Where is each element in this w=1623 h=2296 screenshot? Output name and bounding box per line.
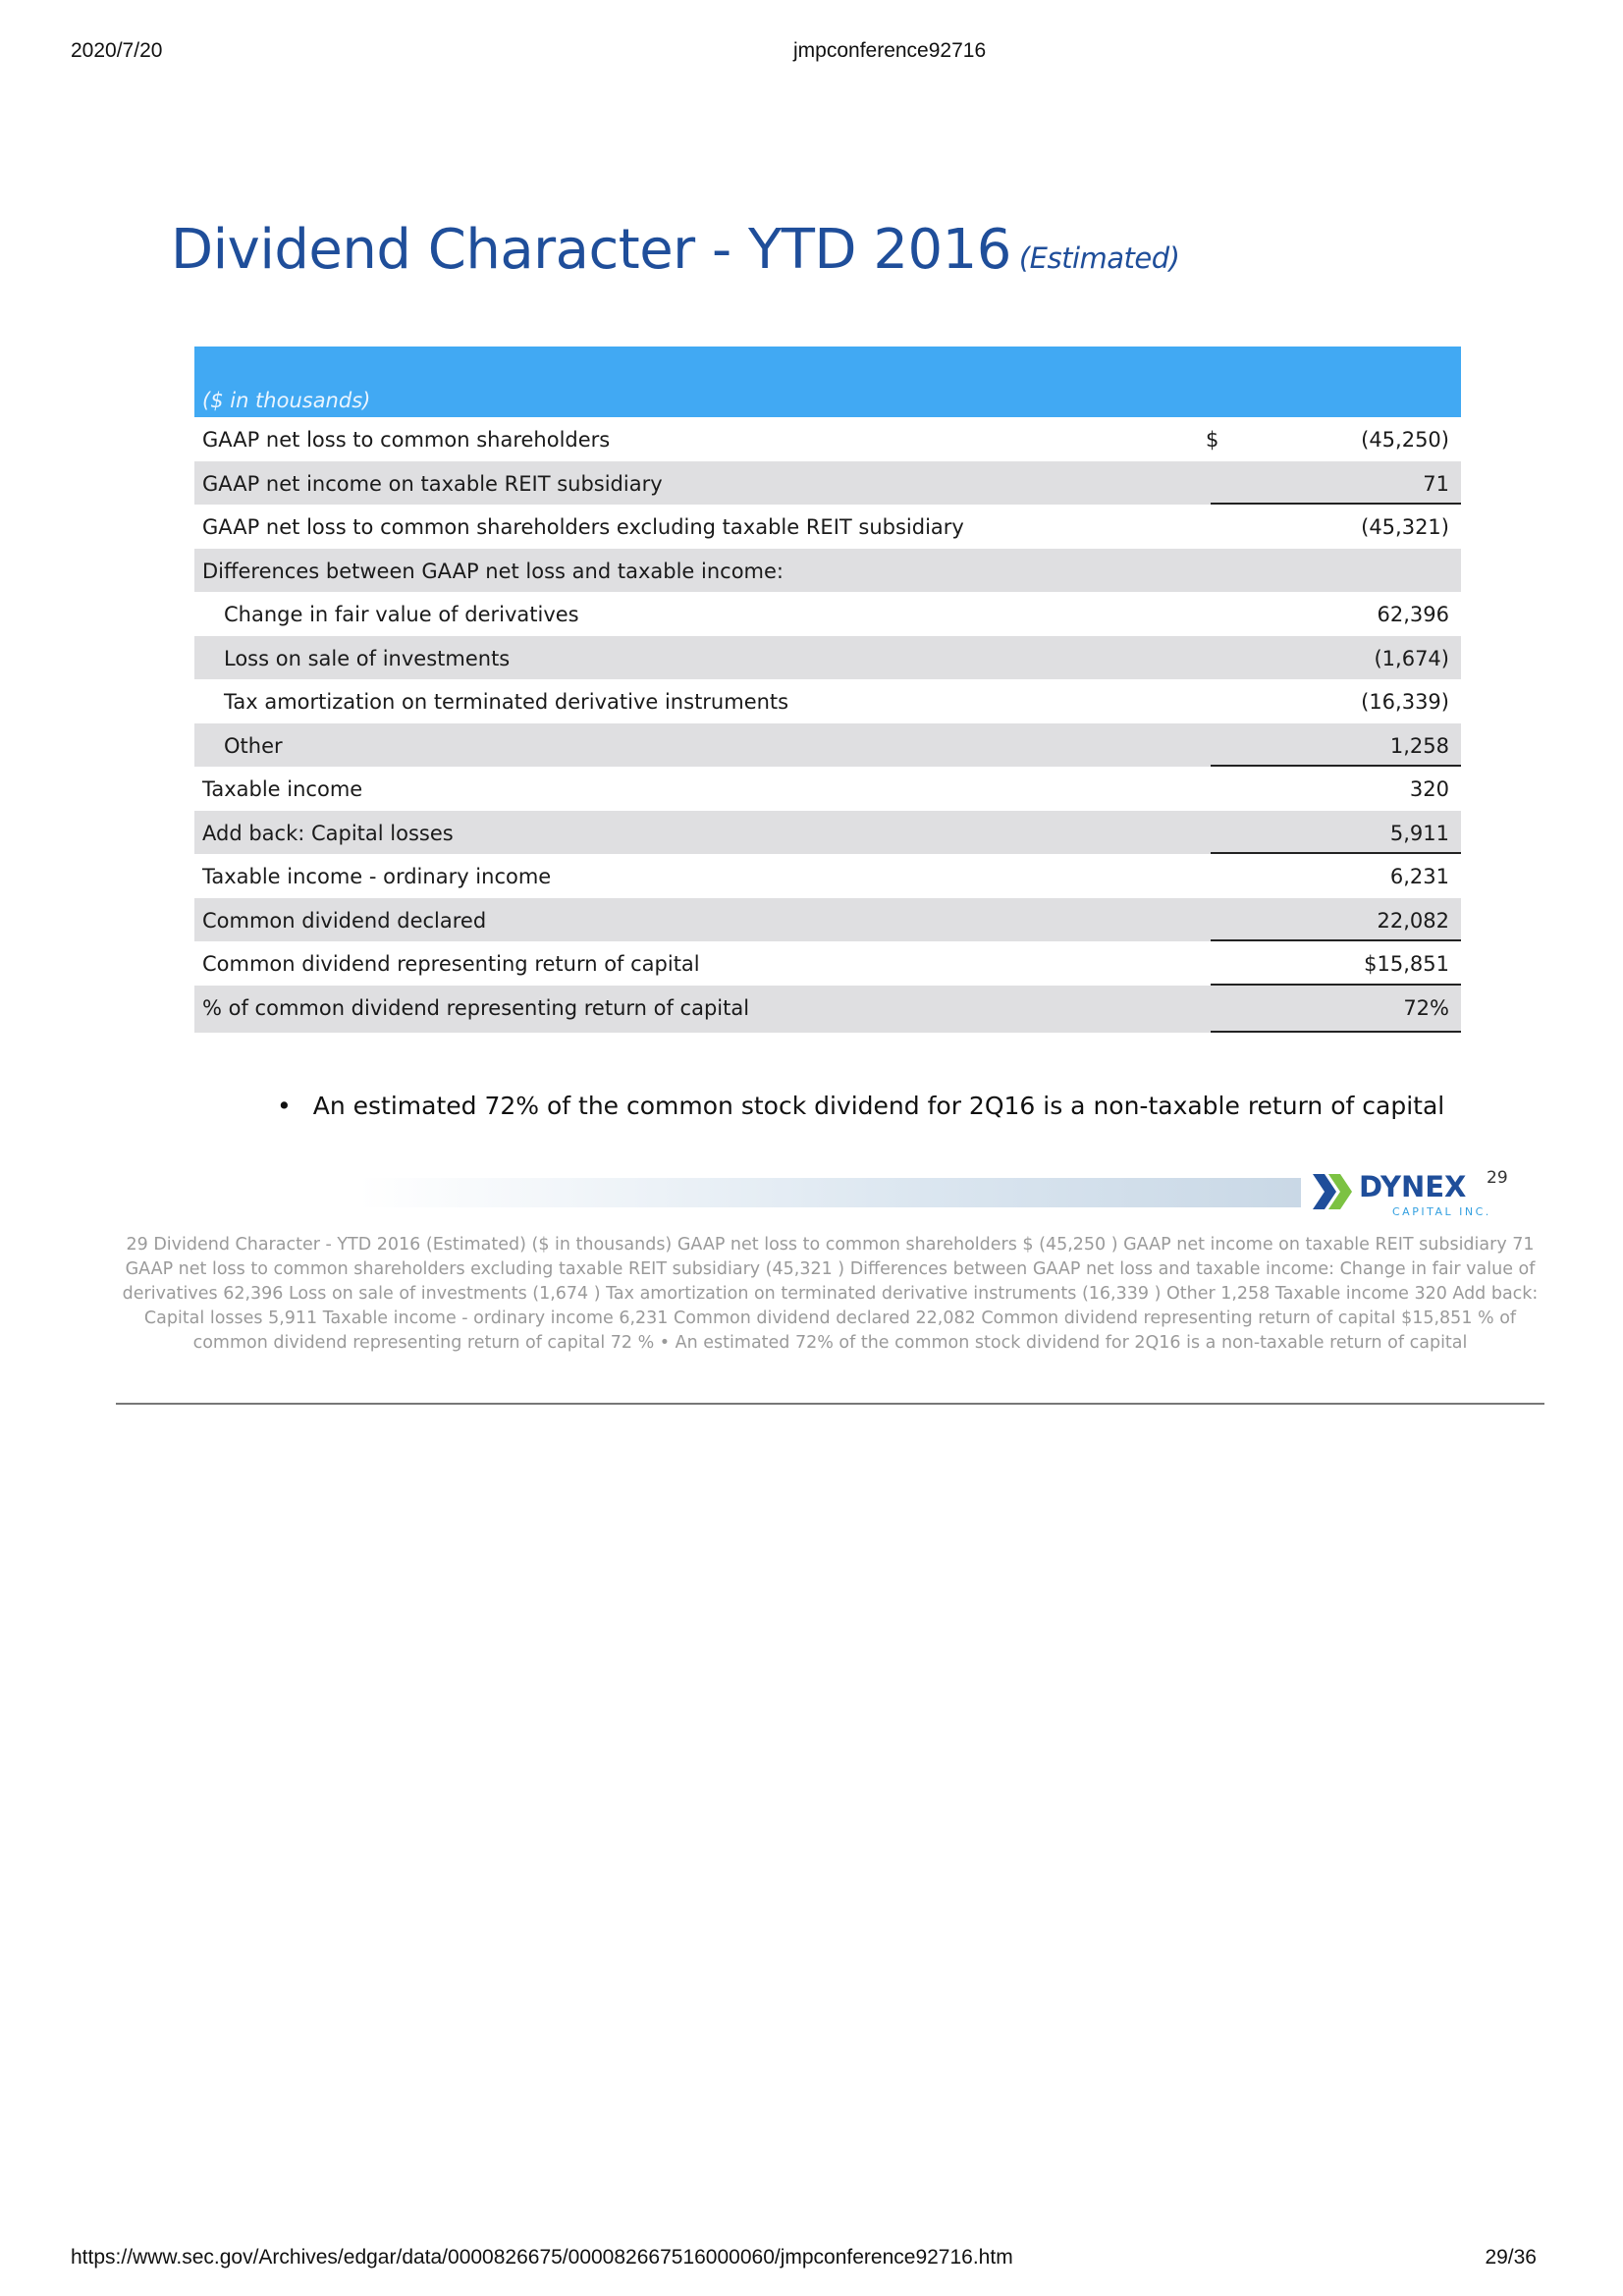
table-row: Differences between GAAP net loss and ta…: [194, 548, 1461, 592]
row-label: Common dividend declared: [202, 908, 487, 933]
row-value: (16,339): [1361, 690, 1449, 714]
table-row: Common dividend representing return of c…: [194, 941, 1461, 986]
table-row: Loss on sale of investments (1,674): [194, 635, 1461, 679]
row-value: 5,911: [1389, 821, 1449, 845]
row-value: 6,231: [1389, 865, 1449, 888]
row-value: 320: [1409, 777, 1449, 801]
table-row: Change in fair value of derivatives 62,3…: [194, 592, 1461, 636]
row-label: Other: [224, 733, 283, 758]
table-row: Taxable income - ordinary income 6,231: [194, 854, 1461, 898]
table-row: % of common dividend representing return…: [194, 985, 1461, 1033]
row-value: (45,250): [1361, 428, 1449, 452]
slide-subtitle: (Estimated): [1018, 241, 1180, 275]
document-title: jmpconference92716: [793, 39, 987, 62]
print-date: 2020/7/20: [71, 39, 163, 62]
slide-title: Dividend Character - YTD 2016 (Estimated): [171, 218, 1180, 282]
row-value: 71: [1423, 471, 1449, 496]
row-value: 72%: [1403, 995, 1449, 1020]
row-label: Add back: Capital losses: [202, 821, 454, 845]
currency-symbol: $: [1206, 428, 1219, 452]
slide-alt-text: 29 Dividend Character - YTD 2016 (Estima…: [122, 1235, 1539, 1353]
table-row: GAAP net loss to common shareholders $ (…: [194, 417, 1461, 461]
row-label: GAAP net loss to common shareholders exc…: [202, 515, 964, 539]
row-label: GAAP net loss to common shareholders: [202, 428, 611, 452]
row-value: (45,321): [1361, 515, 1449, 539]
row-label: % of common dividend representing return…: [202, 995, 750, 1020]
row-label: Common dividend representing return of c…: [202, 952, 700, 976]
row-value: 1,258: [1389, 733, 1449, 758]
page-url: https://www.sec.gov/Archives/edgar/data/…: [71, 2246, 1013, 2269]
slide-number: 29: [1487, 1168, 1508, 1188]
row-value: 22,082: [1377, 908, 1449, 933]
table-row: Tax amortization on terminated derivativ…: [194, 679, 1461, 723]
row-value: $15,851: [1364, 952, 1449, 976]
row-label: GAAP net income on taxable REIT subsidia…: [202, 471, 663, 496]
bullet-icon: •: [277, 1092, 292, 1120]
row-label: Taxable income: [202, 777, 363, 801]
row-label: Differences between GAAP net loss and ta…: [202, 559, 784, 583]
bullet-text: An estimated 72% of the common stock div…: [312, 1092, 1445, 1120]
bullet-point: • An estimated 72% of the common stock di…: [277, 1092, 1444, 1120]
logo-name: DYNEX: [1359, 1170, 1467, 1203]
total-rule: [1211, 1030, 1461, 1033]
logo-subtitle: CAPITAL INC.: [1392, 1205, 1491, 1218]
dividend-table: ($ in thousands) GAAP net loss to common…: [194, 347, 1461, 1033]
dynex-logo-icon: [1313, 1174, 1352, 1209]
table-row: Other 1,258: [194, 722, 1461, 767]
table-row: Common dividend declared 22,082: [194, 897, 1461, 941]
row-label: Change in fair value of derivatives: [224, 603, 579, 626]
row-label: Taxable income - ordinary income: [202, 865, 552, 888]
footer-band: [358, 1178, 1301, 1207]
row-label: Tax amortization on terminated derivativ…: [224, 690, 789, 714]
table-row: GAAP net loss to common shareholders exc…: [194, 505, 1461, 549]
table-header: ($ in thousands): [194, 347, 1461, 417]
table-row: Add back: Capital losses 5,911: [194, 810, 1461, 854]
table-unit-label: ($ in thousands): [202, 389, 371, 412]
slide-title-text: Dividend Character - YTD 2016: [171, 218, 1011, 282]
divider: [116, 1403, 1544, 1405]
page-number: 29/36: [1485, 2246, 1537, 2269]
table-row: GAAP net income on taxable REIT subsidia…: [194, 460, 1461, 505]
table-row: Taxable income 320: [194, 767, 1461, 811]
row-label: Loss on sale of investments: [224, 646, 511, 670]
row-value: 62,396: [1377, 603, 1449, 626]
row-value: (1,674): [1374, 646, 1449, 670]
